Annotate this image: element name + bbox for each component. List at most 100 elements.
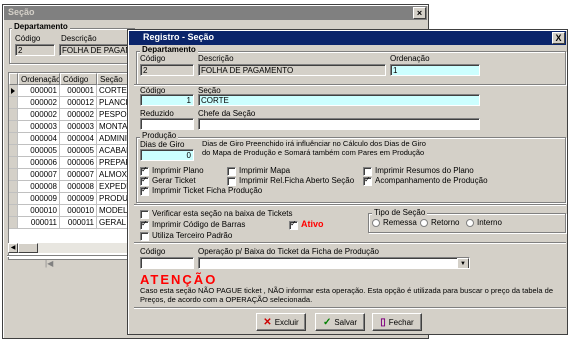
- chevron-down-icon[interactable]: ▼: [457, 258, 469, 268]
- secao-window-titlebar[interactable]: Seção ×: [4, 6, 427, 20]
- table-cell-codigo[interactable]: 000002: [60, 109, 97, 121]
- row-indicator[interactable]: [9, 169, 18, 181]
- table-cell-codigo[interactable]: 000005: [60, 145, 97, 157]
- table-cell-codigo[interactable]: 000009: [60, 193, 97, 205]
- grid-indicator-header: [9, 73, 18, 85]
- back-descricao-label: Descrição: [61, 34, 97, 43]
- close-icon[interactable]: ×: [413, 7, 426, 19]
- secao-codigo-input[interactable]: 1: [140, 94, 194, 106]
- row-indicator[interactable]: [9, 157, 18, 169]
- scroll-left-icon[interactable]: ◀: [8, 243, 18, 253]
- imprimir-codigo-barras-checkbox[interactable]: [140, 219, 149, 230]
- row-indicator[interactable]: [9, 121, 18, 133]
- row-indicator[interactable]: [9, 181, 18, 193]
- table-cell-codigo[interactable]: 000008: [60, 181, 97, 193]
- table-cell-ordenacao[interactable]: 000002: [18, 109, 60, 121]
- dialog-close-icon[interactable]: X: [552, 32, 565, 44]
- row-indicator[interactable]: [9, 97, 18, 109]
- remessa-radio[interactable]: [372, 219, 380, 227]
- dialog-title: Registro - Seção: [143, 32, 215, 42]
- remessa-label[interactable]: Remessa: [383, 218, 417, 227]
- secao-grid[interactable]: Ordenação Código Seção 000001 000001 CORTE…: [8, 72, 134, 260]
- table-cell-ordenacao[interactable]: 000011: [18, 217, 60, 229]
- imprimir-rel-ficha-checkbox[interactable]: [227, 177, 236, 186]
- verificar-baixa-checkbox[interactable]: [140, 210, 149, 219]
- scroll-thumb[interactable]: [18, 243, 38, 253]
- grid-hscrollbar[interactable]: ◀: [8, 243, 132, 253]
- departamento-group-title: Departamento: [140, 45, 198, 54]
- imprimir-rel-ficha-label[interactable]: Imprimir Rel.Ficha Aberto Seção: [239, 176, 354, 185]
- table-cell-codigo[interactable]: 000006: [60, 157, 97, 169]
- dept-descricao-field: FOLHA DE PAGAMENTO: [198, 64, 386, 76]
- interno-radio[interactable]: [466, 219, 474, 227]
- table-cell-ordenacao[interactable]: 000002: [18, 97, 60, 109]
- atencao-text: Caso esta seção NÃO PAGUE ticket , NÃO i…: [140, 286, 553, 304]
- fechar-button[interactable]: ▯ Fechar: [372, 313, 422, 331]
- table-cell-codigo[interactable]: 000010: [60, 205, 97, 217]
- table-cell-ordenacao[interactable]: 000008: [18, 181, 60, 193]
- row-indicator[interactable]: [9, 217, 18, 229]
- salvar-button-label: Salvar: [334, 318, 358, 327]
- imprimir-mapa-checkbox[interactable]: [227, 167, 236, 176]
- imprimir-ticket-ficha-checkbox[interactable]: [140, 185, 149, 196]
- excluir-button[interactable]: ✕ Excluir: [256, 313, 306, 331]
- table-cell-ordenacao[interactable]: 000005: [18, 145, 60, 157]
- ativo-checkbox[interactable]: [289, 219, 298, 230]
- table-cell-ordenacao[interactable]: 000007: [18, 169, 60, 181]
- table-cell-ordenacao[interactable]: 000003: [18, 121, 60, 133]
- row-indicator[interactable]: [9, 193, 18, 205]
- nav-first-icon[interactable]: |◀: [45, 259, 53, 268]
- operacao-select[interactable]: ▼: [198, 257, 470, 269]
- imprimir-plano-label[interactable]: Imprimir Plano: [152, 166, 204, 175]
- row-indicator[interactable]: [9, 109, 18, 121]
- ativo-label[interactable]: Ativo: [301, 219, 324, 229]
- imprimir-ticket-ficha-label[interactable]: Imprimir Ticket Ficha Produção: [152, 186, 262, 195]
- op-codigo-input[interactable]: [140, 257, 194, 269]
- dept-descricao-label: Descrição: [198, 54, 234, 63]
- interno-label[interactable]: Interno: [477, 218, 502, 227]
- separator-3: [134, 242, 566, 244]
- acompanhamento-label[interactable]: Acompanhamento de Produção: [375, 176, 488, 185]
- table-cell-codigo[interactable]: 000011: [60, 217, 97, 229]
- secao-input[interactable]: CORTE: [198, 94, 480, 106]
- fechar-button-label: Fechar: [388, 318, 414, 327]
- back-separator: [7, 255, 133, 257]
- gerar-ticket-label[interactable]: Gerar Ticket: [152, 176, 196, 185]
- table-cell-codigo[interactable]: 000012: [60, 97, 97, 109]
- table-cell-ordenacao[interactable]: 000001: [18, 85, 60, 97]
- reduzido-input[interactable]: [140, 118, 194, 130]
- row-indicator[interactable]: [9, 205, 18, 217]
- imprimir-codigo-barras-label[interactable]: Imprimir Código de Barras: [152, 220, 245, 229]
- excluir-x-icon: ✕: [263, 317, 272, 328]
- table-cell-ordenacao[interactable]: 000009: [18, 193, 60, 205]
- utiliza-terceiro-label[interactable]: Utiliza Terceiro Padrão: [152, 231, 232, 240]
- imprimir-resumos-label[interactable]: Imprimir Resumos do Plano: [375, 166, 474, 175]
- chefe-input[interactable]: [198, 118, 480, 130]
- row-indicator[interactable]: [9, 133, 18, 145]
- table-cell-ordenacao[interactable]: 000004: [18, 133, 60, 145]
- row-indicator[interactable]: [9, 145, 18, 157]
- table-cell-codigo[interactable]: 000003: [60, 121, 97, 133]
- chefe-label: Chefe da Seção: [198, 109, 256, 118]
- acompanhamento-checkbox[interactable]: [363, 175, 372, 186]
- separator-2: [134, 204, 566, 206]
- salvar-button[interactable]: ✓ Salvar: [315, 313, 365, 331]
- grid-header-ordenacao[interactable]: Ordenação: [18, 73, 60, 85]
- reduzido-label: Reduzido: [140, 109, 174, 118]
- grid-header-codigo[interactable]: Código: [60, 73, 97, 85]
- dialog-titlebar[interactable]: Registro - Seção X: [129, 31, 566, 45]
- dept-codigo-label: Código: [140, 54, 166, 63]
- table-cell-ordenacao[interactable]: 000006: [18, 157, 60, 169]
- dias-giro-input[interactable]: 0: [140, 149, 194, 161]
- dept-codigo-field: 2: [140, 64, 194, 76]
- ordenacao-input[interactable]: 1: [390, 64, 480, 76]
- verificar-baixa-label[interactable]: Verificar esta seção na baixa de Tickets: [152, 209, 293, 218]
- table-cell-ordenacao[interactable]: 000010: [18, 205, 60, 217]
- utiliza-terceiro-checkbox[interactable]: [140, 232, 149, 241]
- retorno-radio[interactable]: [420, 219, 428, 227]
- table-cell-codigo[interactable]: 000004: [60, 133, 97, 145]
- table-cell-codigo[interactable]: 000001: [60, 85, 97, 97]
- table-cell-codigo[interactable]: 000007: [60, 169, 97, 181]
- retorno-label[interactable]: Retorno: [431, 218, 459, 227]
- imprimir-mapa-label[interactable]: Imprimir Mapa: [239, 166, 290, 175]
